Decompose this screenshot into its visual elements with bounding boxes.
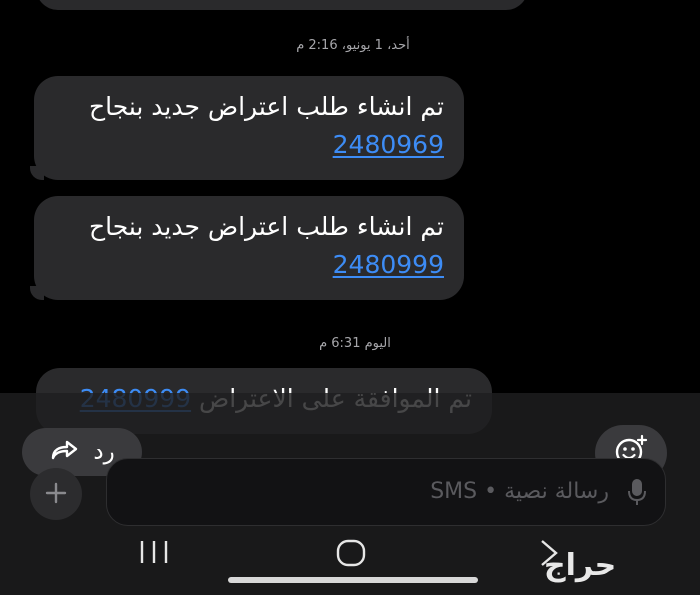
message-input[interactable]: رسالة نصية • SMS: [106, 458, 666, 526]
timestamp-divider: أحد، 1 يونيو، 2:16 م: [296, 38, 410, 53]
message-number-link[interactable]: 2480999: [54, 246, 444, 284]
haraj-watermark-logo: حراج: [544, 548, 617, 583]
message-text: تم انشاء طلب اعتراض جديد بنجاح: [88, 212, 444, 241]
add-attachment-button[interactable]: [30, 468, 82, 520]
forward-arrow-icon: [49, 438, 79, 467]
message-input-placeholder: رسالة نصية • SMS: [430, 479, 609, 504]
mic-icon[interactable]: [627, 477, 647, 511]
message-number-link[interactable]: 2480969: [54, 126, 444, 164]
bubble-tail: [30, 166, 44, 180]
message-text: تم انشاء طلب اعتراض جديد بنجاح: [88, 92, 444, 121]
home-indicator: [228, 577, 478, 583]
plus-icon: [45, 477, 67, 512]
home-button[interactable]: [334, 538, 370, 574]
timestamp-divider: اليوم 6:31 م: [319, 336, 391, 351]
reply-label: رد: [93, 439, 115, 465]
previous-message-bubble: [36, 0, 528, 10]
message-bubble[interactable]: تم انشاء طلب اعتراض جديد بنجاح 2480969: [34, 76, 464, 180]
bubble-tail: [30, 286, 44, 300]
message-bubble[interactable]: تم انشاء طلب اعتراض جديد بنجاح 2480999: [34, 196, 464, 300]
recent-apps-button[interactable]: [138, 538, 170, 570]
